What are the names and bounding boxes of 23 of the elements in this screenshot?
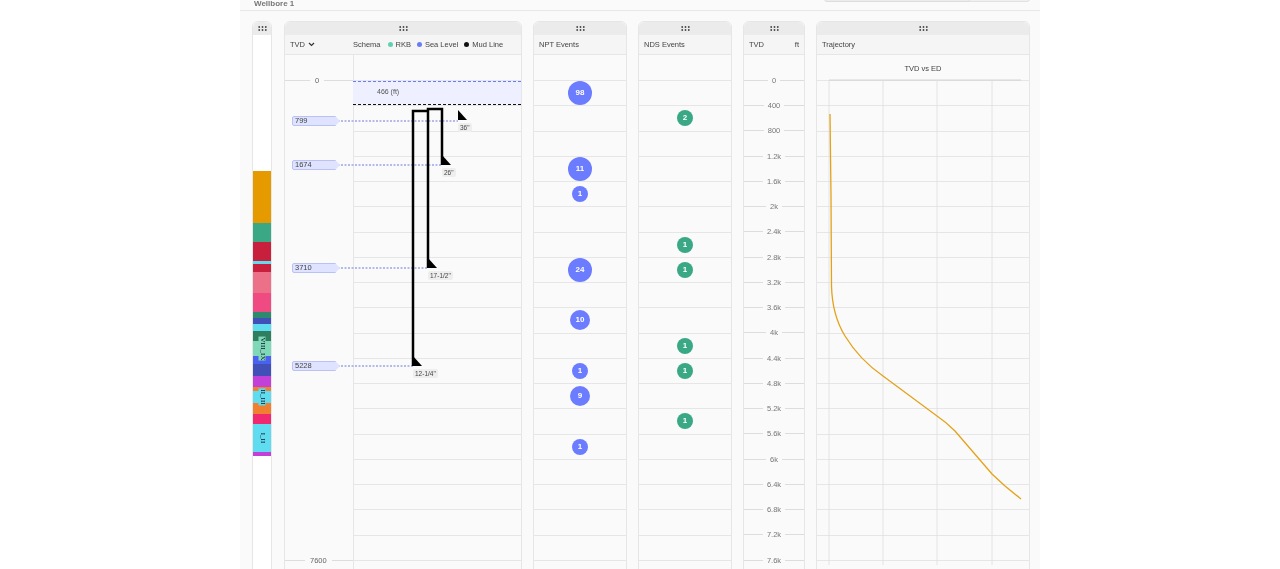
event-count-badge[interactable]: 1 — [572, 186, 588, 203]
event-count-badge[interactable]: 10 — [570, 310, 590, 331]
drag-handle-icon[interactable] — [257, 26, 267, 31]
drag-handle-icon[interactable] — [398, 26, 408, 31]
event-count-badge[interactable]: 2 — [677, 110, 693, 127]
event-count-badge[interactable]: 1 — [677, 362, 693, 379]
event-count-badge[interactable]: 1 — [677, 413, 693, 430]
event-count-badge[interactable]: 1 — [677, 337, 693, 354]
event-count-badge[interactable]: 24 — [568, 257, 592, 282]
drag-handle-icon[interactable] — [575, 26, 585, 31]
event-count-badge[interactable]: 9 — [570, 386, 590, 407]
drag-handle-icon[interactable] — [680, 26, 690, 31]
chevron-down-icon — [308, 42, 315, 47]
drag-handle-icon[interactable] — [918, 26, 928, 31]
event-count-badge[interactable]: 1 — [677, 236, 693, 253]
event-count-badge[interactable]: 1 — [572, 362, 588, 379]
column-header[interactable] — [253, 22, 271, 35]
event-count-badge[interactable]: 1 — [572, 438, 588, 455]
event-count-badge[interactable]: 1 — [677, 261, 693, 278]
event-count-badge[interactable]: 11 — [568, 156, 592, 181]
drag-handle-icon[interactable] — [769, 26, 779, 31]
event-count-badge[interactable]: 98 — [568, 81, 592, 106]
wellbore-title: Wellbore 1 — [254, 0, 295, 10]
